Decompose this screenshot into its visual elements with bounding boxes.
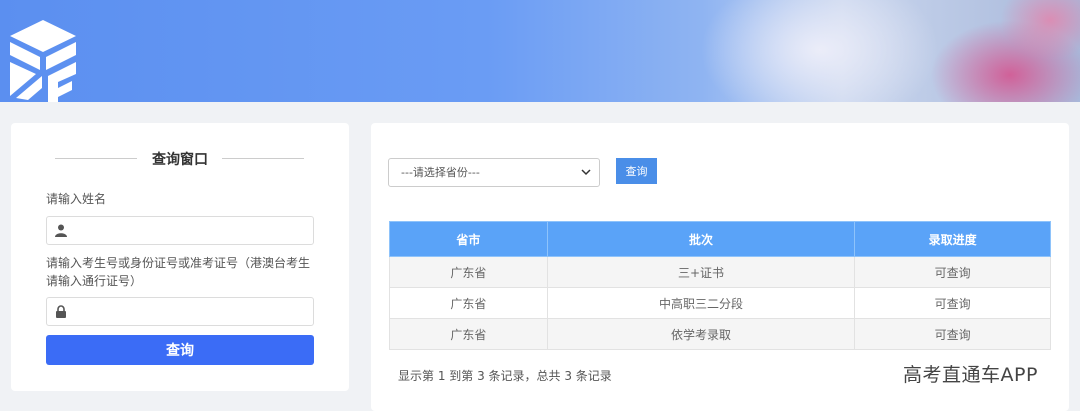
province-select[interactable]: ---请选择省份--- — [388, 158, 600, 187]
title-divider-right — [222, 158, 304, 159]
query-window-card: 查询窗口 请输入姓名 请输入考生号或身份证号或准考证号（港澳台考生 请输入通行证… — [11, 123, 349, 391]
lock-icon — [56, 305, 66, 318]
province-query-button[interactable]: 查询 — [616, 158, 657, 184]
id-field-wrapper — [46, 297, 314, 326]
cell-progress[interactable]: 可查询 — [854, 256, 1051, 288]
cell-batch: 中高职三二分段 — [546, 287, 856, 319]
results-table: 省市 批次 录取进度 广东省 三+证书 可查询 广东省 中高职三二分段 可查询 … — [389, 221, 1051, 350]
cell-progress[interactable]: 可查询 — [854, 318, 1051, 350]
id-number-input[interactable] — [47, 298, 313, 325]
table-header-row: 省市 批次 录取进度 — [389, 221, 1051, 257]
chevron-down-icon — [581, 169, 591, 176]
query-submit-button[interactable]: 查询 — [46, 335, 314, 365]
header-province: 省市 — [389, 221, 548, 257]
id-label: 请输入考生号或身份证号或准考证号（港澳台考生 请输入通行证号） — [46, 254, 310, 290]
table-row: 广东省 中高职三二分段 可查询 — [389, 287, 1051, 319]
name-field-wrapper — [46, 216, 314, 245]
cell-batch: 依学考录取 — [546, 318, 856, 350]
pagination-summary: 显示第 1 到第 3 条记录，总共 3 条记录 — [398, 369, 612, 383]
cell-batch: 三+证书 — [546, 256, 856, 288]
province-select-value: ---请选择省份--- — [401, 166, 480, 179]
name-label: 请输入姓名 — [46, 192, 107, 206]
cell-province: 广东省 — [389, 318, 548, 350]
id-label-line1: 请输入考生号或身份证号或准考证号（港澳台考生 — [46, 256, 311, 270]
header-banner — [0, 0, 1080, 102]
logo-icon — [10, 20, 76, 102]
header-progress: 录取进度 — [854, 221, 1051, 257]
table-row: 广东省 三+证书 可查询 — [389, 256, 1051, 288]
table-row: 广东省 依学考录取 可查询 — [389, 318, 1051, 350]
watermark-text: 高考直通车APP — [903, 364, 1038, 386]
cell-province: 广东省 — [389, 287, 548, 319]
name-input[interactable] — [47, 217, 313, 244]
banner-decoration — [700, 0, 940, 102]
user-icon — [55, 224, 67, 237]
cell-province: 广东省 — [389, 256, 548, 288]
id-label-line2: 请输入通行证号） — [46, 274, 143, 288]
header-batch: 批次 — [546, 221, 856, 257]
query-window-title: 查询窗口 — [152, 152, 208, 168]
cell-progress[interactable]: 可查询 — [854, 287, 1051, 319]
